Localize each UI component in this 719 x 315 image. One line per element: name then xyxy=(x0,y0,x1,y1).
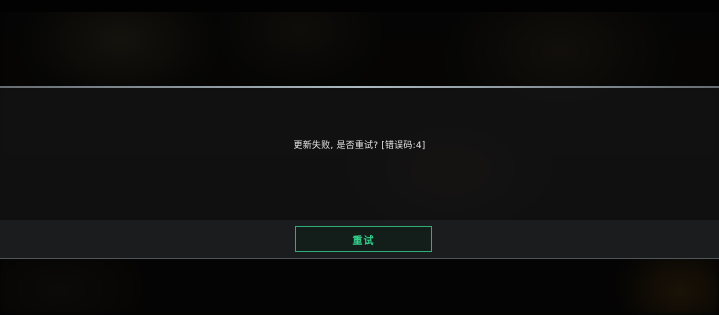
background-dim-overlay-top xyxy=(0,12,719,86)
update-failed-dialog: 更新失败, 是否重试? [错误码:4] 重试 xyxy=(0,86,719,259)
background-dim-overlay-bottom xyxy=(0,259,719,315)
dialog-bottom-border xyxy=(0,258,719,259)
retry-button[interactable]: 重试 xyxy=(295,226,432,252)
game-screen: 更新失败, 是否重试? [错误码:4] 重试 xyxy=(0,0,719,315)
retry-button-label: 重试 xyxy=(352,235,375,247)
dialog-top-border xyxy=(0,86,719,88)
dialog-message: 更新失败, 是否重试? [错误码:4] xyxy=(293,141,426,151)
top-letterbox xyxy=(0,0,719,12)
